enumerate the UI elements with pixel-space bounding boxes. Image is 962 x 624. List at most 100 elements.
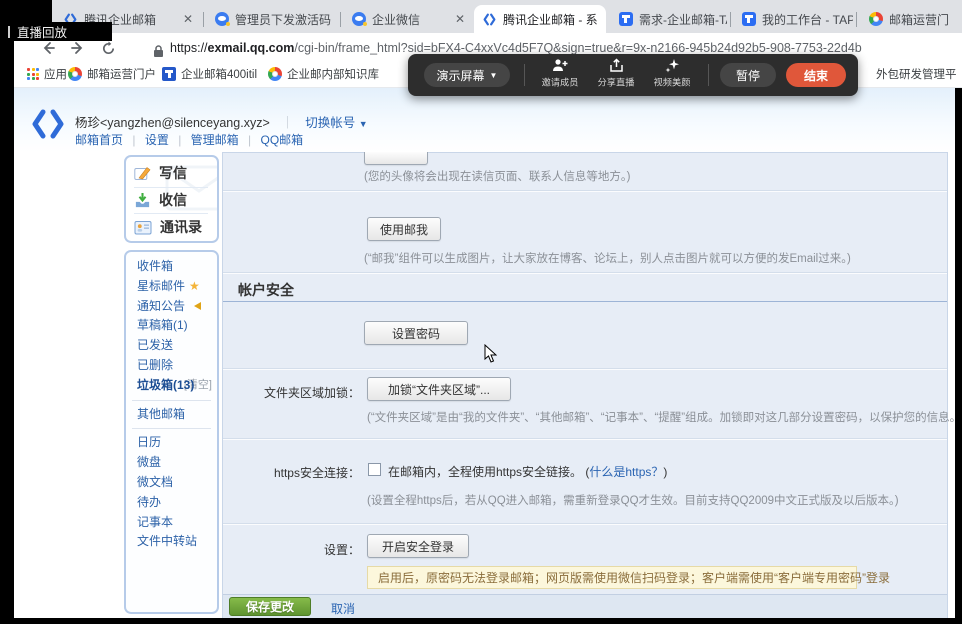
frame-left (0, 0, 14, 624)
divider (132, 400, 211, 401)
tab-title: 邮箱运营门 (889, 11, 949, 28)
tab-portal[interactable]: 邮箱运营门 (860, 5, 962, 33)
url-scheme: https:// (170, 41, 208, 55)
bookmark-label: 企业邮箱400itil (181, 66, 257, 82)
portal-favicon (868, 12, 883, 27)
exmail-logo-icon (30, 108, 66, 145)
https-checkbox[interactable] (368, 463, 381, 476)
app-calendar[interactable]: 日历 (126, 433, 217, 453)
tab-activation-code[interactable]: 管理员下发激活码 ✕ (206, 5, 338, 33)
what-is-https-link[interactable]: 什么是https？ (589, 465, 663, 479)
secure-login-label: 设置： (222, 541, 360, 558)
tab-separator (730, 12, 731, 27)
divider (223, 272, 947, 274)
folder-drafts[interactable]: 草稿箱(1) (126, 316, 217, 336)
https-label: https安全连接： (222, 464, 360, 481)
tab-tapd-requirement[interactable]: 需求-企业邮箱-TA ✕ (610, 5, 727, 33)
enable-secure-login-button[interactable]: 开启安全登录 (367, 534, 469, 558)
sidebar-item-receive[interactable]: 收信 (134, 190, 187, 210)
folder-starred[interactable]: 星标邮件★ (126, 277, 217, 297)
lock-folder-area-button[interactable]: 加锁“文件夹区域”... (367, 377, 511, 401)
bookmark-outsourcing[interactable]: 外包研发管理平 (876, 66, 962, 82)
tab-wecom[interactable]: 企业微信 ✕ (343, 5, 473, 33)
tab-close-icon[interactable]: ✕ (179, 12, 193, 26)
folder-deleted[interactable]: 已删除 (126, 356, 217, 376)
divider (708, 64, 709, 86)
separator: ｜ (281, 116, 294, 130)
receive-label: 收信 (159, 190, 187, 210)
paren: ) (663, 465, 667, 479)
tab-close-icon[interactable]: ✕ (337, 12, 338, 26)
folder-other-mail[interactable]: 其他邮箱 (126, 405, 217, 425)
https-option-text: 在邮箱内，全程使用https安全链接。 (什么是https？) (388, 463, 667, 480)
folder-sent[interactable]: 已发送 (126, 336, 217, 356)
tapd-favicon (618, 12, 633, 27)
compose-label: 写信 (159, 163, 187, 183)
recording-bar-icon (8, 26, 10, 38)
sidebar-item-contacts[interactable]: 通讯录 (134, 217, 202, 237)
app-weidrive[interactable]: 微盘 (126, 453, 217, 473)
apps-shortcut[interactable]: 应用 (27, 66, 67, 82)
mail-nav: 邮箱首页 | 设置 | 管理邮箱 | QQ邮箱 (75, 131, 303, 148)
nav-settings[interactable]: 设置 (145, 133, 169, 147)
video-beauty-button[interactable]: 视频美颜 (646, 58, 698, 89)
tab-exmail-settings-active[interactable]: 腾讯企业邮箱 - 系 ✕ (474, 5, 606, 33)
url-text[interactable]: https://exmail.qq.com/cgi-bin/frame_html… (170, 41, 862, 55)
app-weidoc[interactable]: 微文档 (126, 473, 217, 493)
folder-spam[interactable]: [清空]垃圾箱(13) (126, 376, 217, 396)
tab-separator (203, 12, 204, 27)
use-mailme-button[interactable]: 使用邮我 (367, 217, 441, 241)
separator: | (132, 133, 135, 147)
divider (223, 438, 947, 440)
knowledge-favicon (268, 67, 282, 81)
apps-label: 应用 (44, 66, 67, 82)
end-button[interactable]: 结束 (786, 63, 846, 87)
app-todo[interactable]: 待办 (126, 493, 217, 513)
speaker-icon (190, 302, 201, 310)
tab-title: 我的工作台 - TAP (762, 11, 853, 28)
wecom-favicon (214, 12, 229, 27)
pause-button[interactable]: 暂停 (720, 63, 776, 87)
share-label: 分享直播 (598, 75, 635, 89)
app-file-transfer[interactable]: 文件中转站 (126, 532, 217, 552)
save-changes-button[interactable]: 保存更改 (229, 597, 311, 616)
folder-inbox[interactable]: 收件箱 (126, 257, 217, 277)
star-icon: ★ (189, 279, 200, 293)
browser-tab-bar: 腾讯企业邮箱 ✕ 管理员下发激活码 ✕ 企业微信 ✕ 腾讯企业邮箱 - 系 ✕ … (14, 0, 962, 33)
nav-manage-mail[interactable]: 管理邮箱 (191, 133, 239, 147)
bookmark-knowledge[interactable]: 企业邮内部知识库 (268, 66, 379, 82)
tab-close-icon[interactable]: ✕ (604, 12, 606, 26)
clipped-button-remnant[interactable] (364, 152, 428, 165)
folder-announcements[interactable]: 通知公告 (126, 297, 217, 317)
tab-tapd-workbench[interactable]: 我的工作台 - TAP ✕ (733, 5, 853, 33)
tab-title: 管理员下发激活码 (235, 11, 331, 28)
bookmark-400itil[interactable]: 企业邮箱400itil (162, 66, 257, 82)
tab-title: 企业微信 (372, 11, 420, 28)
sidebar-item-compose[interactable]: 写信 (134, 163, 187, 183)
share-live-button[interactable]: 分享直播 (590, 58, 642, 89)
lock-icon[interactable] (146, 39, 170, 63)
account-line: 杨珍<yangzhen@silenceyang.xyz> ｜ 切换帐号 ▼ (75, 112, 368, 131)
wecom-favicon (351, 12, 366, 27)
switch-account-link[interactable]: 切换帐号 (305, 116, 355, 130)
mailme-hint: (“邮我”组件可以生成图片，让大家放在博客、论坛上，别人点击图片就可以方便的发E… (364, 250, 851, 266)
contacts-label: 通讯录 (160, 217, 202, 237)
set-password-button[interactable]: 设置密码 (364, 321, 468, 345)
folder-lock-hint: (“文件夹区域”是由“我的文件夹”、“其他邮箱”、“记事本”、“提醒”组成。加锁… (367, 409, 959, 425)
nav-mail-home[interactable]: 邮箱首页 (75, 133, 123, 147)
bookmark-portal[interactable]: 邮箱运营门户 (68, 66, 156, 82)
divider (524, 64, 525, 86)
cancel-link[interactable]: 取消 (331, 600, 355, 617)
recording-replay-badge: 直播回放 (0, 22, 112, 41)
divider (134, 213, 208, 214)
invite-member-button[interactable]: 邀请成员 (534, 58, 586, 89)
meeting-toolbar: 演示屏幕 ▼ 邀请成员 分享直播 视频美颜 暂停 结束 (408, 54, 858, 96)
tab-close-icon[interactable]: ✕ (451, 12, 465, 26)
divider (223, 190, 947, 192)
tab-title: 需求-企业邮箱-TA (639, 11, 727, 28)
app-notes[interactable]: 记事本 (126, 513, 217, 533)
divider (223, 523, 947, 525)
nav-qq-mail[interactable]: QQ邮箱 (260, 133, 303, 147)
present-screen-button[interactable]: 演示屏幕 ▼ (424, 63, 510, 87)
frame-bottom (0, 618, 962, 624)
